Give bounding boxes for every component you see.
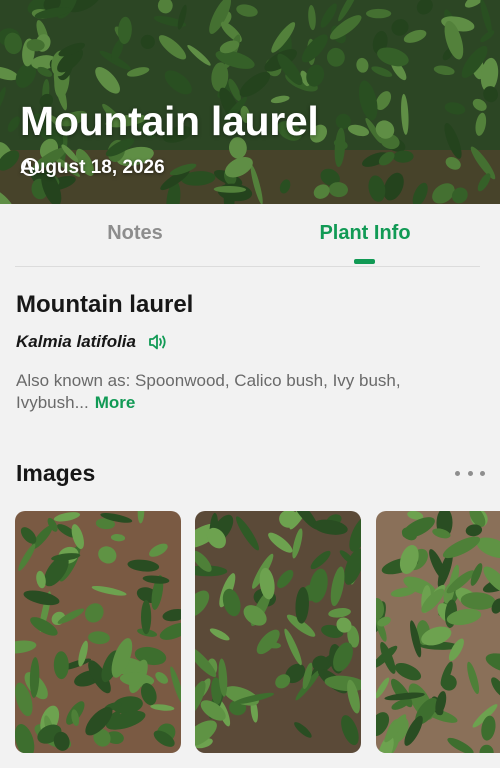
tab-divider [15, 266, 480, 267]
hero-date-text: August 18, 2026 [20, 157, 165, 178]
hero-image: Mountain laurel August 18, 2026 [0, 0, 500, 204]
more-link[interactable]: More [95, 393, 136, 412]
leaf-shape [141, 599, 152, 635]
images-section-title: Images [16, 460, 96, 486]
plant-image-thumbnail[interactable] [195, 511, 361, 753]
also-known-as-text: Also known as: Spoonwood, Calico bush, I… [16, 371, 401, 412]
hero-title: Mountain laurel [20, 98, 319, 144]
ellipsis-dot [467, 470, 473, 476]
thumbnail-photo-3 [376, 511, 500, 753]
clock-icon [21, 158, 39, 176]
thumbnail-photo-2 [195, 511, 361, 753]
thumbnail-photo-1 [15, 511, 181, 753]
scientific-name-row: Kalmia latifolia [16, 332, 168, 352]
speaker-icon[interactable] [148, 333, 168, 351]
ellipsis-dot [480, 470, 485, 476]
active-tab-indicator [354, 259, 375, 264]
hero-date: August 18, 2026 [20, 157, 165, 179]
tab-plant-info[interactable]: Plant Info [280, 222, 450, 245]
plant-image-thumbnail[interactable] [376, 511, 500, 753]
ellipsis-icon[interactable] [455, 466, 485, 480]
also-known-as: Also known as: Spoonwood, Calico bush, I… [16, 370, 486, 414]
tab-bar: Notes Plant Info [0, 204, 500, 266]
plant-image-thumbnail[interactable] [15, 511, 181, 753]
plant-scientific-name: Kalmia latifolia [16, 332, 136, 351]
tab-notes[interactable]: Notes [0, 222, 270, 245]
ellipsis-dot [455, 470, 460, 476]
plant-common-name: Mountain laurel [16, 291, 194, 318]
